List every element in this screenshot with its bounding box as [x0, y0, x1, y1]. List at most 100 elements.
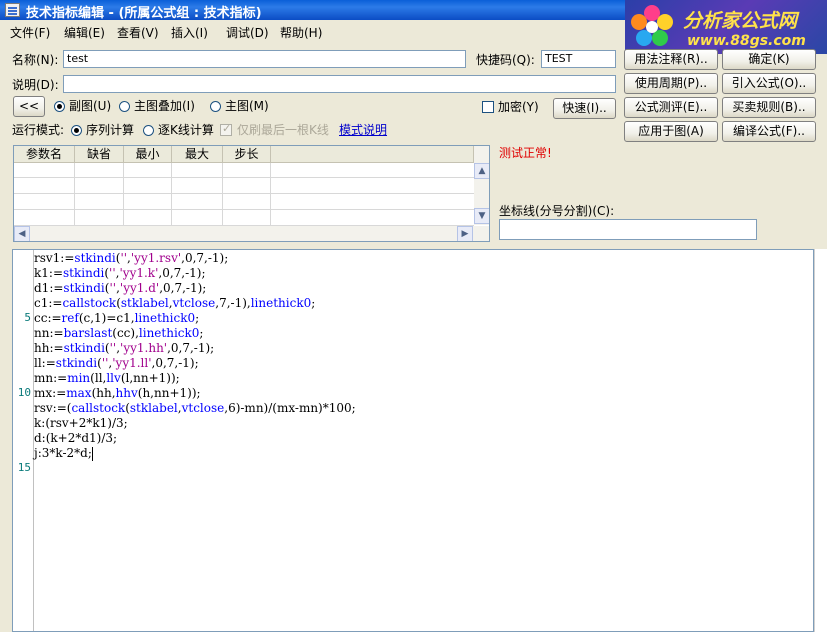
code-line[interactable]: mx:=max(hh,hhv(h,nn+1));: [34, 386, 201, 401]
param-header-default[interactable]: 缺省: [75, 146, 124, 163]
code-token: stklabel: [129, 401, 178, 415]
scroll-left-icon[interactable]: ◀: [14, 226, 30, 241]
table-row[interactable]: [14, 195, 474, 210]
code-token: c1:=: [34, 296, 63, 310]
import-formula-button[interactable]: 引入公式(O)..: [722, 73, 816, 94]
code-token: 'yy1.ll': [112, 356, 152, 370]
grid-line: [222, 163, 223, 226]
radio-main-chart-label: 主图(M): [225, 99, 269, 113]
coord-input[interactable]: [499, 219, 757, 240]
brand-banner: 分析家公式网 www.88gs.com: [625, 0, 827, 54]
table-row[interactable]: [14, 211, 474, 226]
menu-help[interactable]: 帮助(H): [280, 24, 322, 42]
param-header-step[interactable]: 步长: [223, 146, 271, 163]
code-token: mn:=: [34, 371, 68, 385]
grid-line: [74, 163, 75, 226]
param-header-name[interactable]: 参数名: [14, 146, 75, 163]
shortcut-input[interactable]: TEST: [541, 50, 616, 68]
code-line[interactable]: d:(k+2*d1)/3;: [34, 431, 117, 446]
code-token: 'yy1.hh': [120, 341, 168, 355]
code-token: min: [67, 371, 91, 385]
code-token: d:(k+2*d1)/3;: [34, 431, 118, 445]
period-button[interactable]: 使用周期(P)..: [624, 73, 718, 94]
grid-line: [270, 163, 271, 226]
param-vscrollbar[interactable]: ▲ ▼: [474, 146, 489, 225]
code-line[interactable]: rsv1:=stkindi('','yy1.rsv',0,7,-1);: [34, 251, 228, 266]
quick-button[interactable]: 快速(I)..: [553, 98, 616, 119]
code-line[interactable]: d1:=stkindi('','yy1.d',0,7,-1);: [34, 281, 206, 296]
code-token: vtclose: [181, 401, 225, 415]
code-token: 'yy1.rsv': [130, 251, 182, 265]
radio-mode-sequence[interactable]: [71, 125, 82, 136]
code-line[interactable]: k:(rsv+2*k1)/3;: [34, 416, 128, 431]
table-row[interactable]: [14, 179, 474, 194]
encrypt-checkbox[interactable]: [482, 101, 494, 113]
code-token: ref: [61, 311, 79, 325]
code-token: (hh,: [91, 386, 116, 400]
code-token: j:3*k-2*d;: [34, 446, 92, 460]
code-line[interactable]: mn:=min(ll,llv(l,nn+1));: [34, 371, 180, 386]
radio-main-overlay[interactable]: [119, 101, 130, 112]
code-token: '': [109, 266, 116, 280]
collapse-button[interactable]: <<: [13, 96, 45, 117]
scroll-down-icon[interactable]: ▼: [474, 208, 489, 224]
app-icon: [5, 3, 20, 17]
menu-view[interactable]: 查看(V): [117, 24, 159, 42]
code-token: ;: [199, 326, 204, 340]
trade-rules-button[interactable]: 买卖规则(B)..: [722, 97, 816, 118]
code-token: ;: [195, 311, 200, 325]
desc-label: 说明(D):: [12, 78, 59, 92]
code-line[interactable]: rsv:=(callstock(stklabel,vtclose,6)-mn)/…: [34, 401, 356, 416]
line-number: 15: [17, 461, 31, 474]
code-editor[interactable]: 5 10 15 rsv1:=stkindi('','yy1.rsv',0,7,-…: [12, 249, 814, 632]
table-row[interactable]: [14, 163, 474, 178]
apply-to-chart-button[interactable]: 应用于图(A): [624, 121, 718, 142]
usage-notes-button[interactable]: 用法注释(R)..: [624, 49, 718, 70]
code-token: ,0,7,-1);: [181, 251, 229, 265]
coord-label: 坐标线(分号分割)(C):: [499, 204, 615, 218]
code-line[interactable]: j:3*k-2*d;: [34, 446, 93, 461]
menu-debug[interactable]: 调试(D): [226, 24, 269, 42]
param-header-min[interactable]: 最小: [124, 146, 172, 163]
code-token: ll:=: [34, 356, 56, 370]
code-line[interactable]: hh:=stkindi('','yy1.hh',0,7,-1);: [34, 341, 214, 356]
radio-sub-chart[interactable]: [54, 101, 65, 112]
code-token: k:(rsv+2*k1)/3;: [34, 416, 128, 430]
menu-edit[interactable]: 编辑(E): [64, 24, 105, 42]
code-line[interactable]: cc:=ref(c,1)=c1,linethick0;: [34, 311, 199, 326]
radio-main-chart[interactable]: [210, 101, 221, 112]
scroll-up-icon[interactable]: ▲: [474, 163, 489, 179]
formula-test-button[interactable]: 公式测评(E)..: [624, 97, 718, 118]
test-status: 测试正常!: [499, 146, 552, 160]
menu-file[interactable]: 文件(F): [10, 24, 50, 42]
refresh-last-checkbox[interactable]: [220, 122, 232, 136]
code-line[interactable]: k1:=stkindi('','yy1.k',0,7,-1);: [34, 266, 206, 281]
scroll-right-icon[interactable]: ▶: [457, 226, 473, 241]
desc-input[interactable]: [63, 75, 616, 93]
radio-mode-kline[interactable]: [143, 125, 154, 136]
code-token: (l,nn+1));: [120, 371, 180, 385]
param-table[interactable]: 参数名 缺省 最小 最大 步长 ▲ ▼ ◀ ▶: [13, 145, 490, 242]
code-token: ,0,7,-1);: [158, 266, 206, 280]
code-token: (c,1)=c1,: [78, 311, 135, 325]
code-token: 'yy1.k': [119, 266, 159, 280]
code-token: linethick0: [134, 311, 196, 325]
param-header-max[interactable]: 最大: [172, 146, 223, 163]
code-line[interactable]: ll:=stkindi('','yy1.ll',0,7,-1);: [34, 356, 199, 371]
code-token: stkindi: [63, 281, 105, 295]
code-token: linethick0: [138, 326, 200, 340]
refresh-last-label: 仅刷最后一根K线: [237, 123, 329, 137]
code-token: vtclose: [172, 296, 216, 310]
compile-formula-button[interactable]: 编译公式(F)..: [722, 121, 816, 142]
menu-insert[interactable]: 插入(I): [171, 24, 208, 42]
code-line[interactable]: nn:=barslast(cc),linethick0;: [34, 326, 203, 341]
mode-help-link[interactable]: 模式说明: [339, 122, 387, 138]
window-title: 技术指标编辑 - (所属公式组 : 技术指标): [26, 6, 262, 21]
code-token: ;: [311, 296, 316, 310]
param-hscrollbar[interactable]: ◀ ▶: [14, 226, 489, 241]
name-input[interactable]: test: [63, 50, 466, 68]
code-token: k1:=: [34, 266, 64, 280]
run-mode-label: 运行模式:: [12, 123, 65, 137]
code-line[interactable]: c1:=callstock(stklabel,vtclose,7,-1),lin…: [34, 296, 315, 311]
ok-button[interactable]: 确定(K): [722, 49, 816, 70]
